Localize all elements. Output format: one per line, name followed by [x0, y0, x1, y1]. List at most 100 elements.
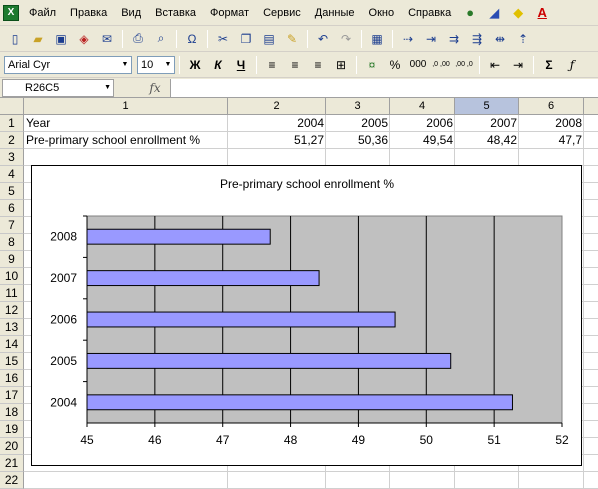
underline-button[interactable]: Ч: [230, 54, 252, 76]
permission-icon[interactable]: ◈: [73, 28, 95, 50]
align-center-icon[interactable]: ≡: [284, 54, 306, 76]
column-header-2[interactable]: 2: [228, 98, 326, 115]
percent-button[interactable]: %: [384, 54, 406, 76]
column-header-7[interactable]: [584, 98, 598, 115]
row-header-17[interactable]: 17: [0, 387, 24, 404]
formula-input[interactable]: [170, 78, 598, 97]
cell-metric-label[interactable]: Pre-primary school enrollment %: [24, 132, 228, 149]
cell-year-2007[interactable]: 2007: [455, 115, 519, 132]
row-header-14[interactable]: 14: [0, 336, 24, 353]
menu-edit[interactable]: Правка: [63, 3, 114, 23]
row-header-5[interactable]: 5: [0, 183, 24, 200]
row-header-19[interactable]: 19: [0, 421, 24, 438]
row-header-4[interactable]: 4: [0, 166, 24, 183]
cell-value-2006[interactable]: 49,54: [390, 132, 455, 149]
symbol-button[interactable]: Ω: [181, 28, 203, 50]
redo-icon[interactable]: ↷: [335, 28, 357, 50]
menu-tools[interactable]: Сервис: [256, 3, 308, 23]
row-header-9[interactable]: 9: [0, 251, 24, 268]
menu-help[interactable]: Справка: [401, 3, 458, 23]
column-header-4[interactable]: 4: [390, 98, 455, 115]
cell-year-label[interactable]: Year: [24, 115, 228, 132]
cell-year-2008[interactable]: 2008: [519, 115, 584, 132]
column-header-1[interactable]: 1: [24, 98, 228, 115]
row-header-7[interactable]: 7: [0, 217, 24, 234]
menu-data[interactable]: Данные: [308, 3, 362, 23]
row-header-11[interactable]: 11: [0, 285, 24, 302]
row-header-1[interactable]: 1: [0, 115, 24, 132]
align-right-icon[interactable]: ≡: [307, 54, 329, 76]
cell-value-2005[interactable]: 50,36: [326, 132, 390, 149]
print-preview-icon[interactable]: ⌕: [150, 28, 172, 50]
name-box[interactable]: R26C5 ▼: [2, 78, 114, 97]
new-file-icon[interactable]: ▯: [4, 28, 26, 50]
y-tick-label: 2005: [50, 354, 77, 368]
bold-button[interactable]: Ж: [184, 54, 206, 76]
cell-value-2004[interactable]: 51,27: [228, 132, 326, 149]
increase-indent-icon[interactable]: ⇥: [507, 54, 529, 76]
row-header-18[interactable]: 18: [0, 404, 24, 421]
align-left-icon[interactable]: ≡: [261, 54, 283, 76]
open-folder-icon[interactable]: ▰: [27, 28, 49, 50]
trace-error-icon[interactable]: ⇡: [512, 28, 534, 50]
row-header-22[interactable]: 22: [0, 472, 24, 489]
row-header-12[interactable]: 12: [0, 302, 24, 319]
row-header-2[interactable]: 2: [0, 132, 24, 149]
fill-color-icon[interactable]: ◆: [508, 3, 528, 23]
cell-value-2008[interactable]: 47,7: [519, 132, 584, 149]
web-icon[interactable]: ●: [460, 3, 480, 23]
row-header-16[interactable]: 16: [0, 370, 24, 387]
thousands-button[interactable]: 000: [407, 54, 429, 76]
cut-icon[interactable]: ✂: [212, 28, 234, 50]
trace-precedents-icon[interactable]: ⇢: [397, 28, 419, 50]
menu-file[interactable]: Файл: [22, 3, 63, 23]
autosum-button[interactable]: Σ: [538, 54, 560, 76]
merge-center-icon[interactable]: ⊞: [330, 54, 352, 76]
cell-year-2004[interactable]: 2004: [228, 115, 326, 132]
row-header-13[interactable]: 13: [0, 319, 24, 336]
remove-dependents-icon[interactable]: ⇶: [466, 28, 488, 50]
currency-icon[interactable]: ¤: [361, 54, 383, 76]
font-color-icon[interactable]: A: [532, 3, 552, 23]
menu-view[interactable]: Вид: [114, 3, 148, 23]
cell-value-2007[interactable]: 48,42: [455, 132, 519, 149]
decrease-decimal-button[interactable]: ,00 ,0: [453, 54, 475, 76]
trace-dependents-icon[interactable]: ⇉: [443, 28, 465, 50]
menu-insert[interactable]: Вставка: [148, 3, 203, 23]
increase-decimal-button[interactable]: ,0 ,00: [430, 54, 452, 76]
italic-button[interactable]: К: [207, 54, 229, 76]
column-header-5[interactable]: 5: [455, 98, 519, 115]
column-header-3[interactable]: 3: [326, 98, 390, 115]
select-all-corner[interactable]: [0, 98, 24, 115]
chart-object[interactable]: Pre-primary school enrollment % 45 46 47 48 4…: [31, 165, 582, 466]
decrease-indent-icon[interactable]: ⇤: [484, 54, 506, 76]
row-header-21[interactable]: 21: [0, 455, 24, 472]
column-header-6[interactable]: 6: [519, 98, 584, 115]
row-header-20[interactable]: 20: [0, 438, 24, 455]
row-header-15[interactable]: 15: [0, 353, 24, 370]
font-size-combo[interactable]: 10 ▼: [137, 55, 175, 74]
email-icon[interactable]: ✉: [96, 28, 118, 50]
undo-icon[interactable]: ↶: [312, 28, 334, 50]
menu-window[interactable]: Окно: [362, 3, 402, 23]
paste-icon[interactable]: ▤: [258, 28, 280, 50]
cell-year-2005[interactable]: 2005: [326, 115, 390, 132]
font-name-combo[interactable]: Arial Cyr ▼: [4, 55, 132, 74]
remove-precedents-icon[interactable]: ⇥: [420, 28, 442, 50]
fx-label[interactable]: fx: [140, 81, 170, 95]
cell-year-2006[interactable]: 2006: [390, 115, 455, 132]
borders-icon[interactable]: ▦: [366, 28, 388, 50]
row-header-3[interactable]: 3: [0, 149, 24, 166]
draw-icon[interactable]: ◢: [484, 3, 504, 23]
copy-icon[interactable]: ❐: [235, 28, 257, 50]
app-menu[interactable]: X: [0, 0, 22, 26]
insert-function-icon[interactable]: ƒ: [561, 54, 583, 76]
remove-arrows-icon[interactable]: ⇹: [489, 28, 511, 50]
row-header-10[interactable]: 10: [0, 268, 24, 285]
save-icon[interactable]: ▣: [50, 28, 72, 50]
menu-format[interactable]: Формат: [203, 3, 256, 23]
format-painter-icon[interactable]: ✎: [281, 28, 303, 50]
print-icon[interactable]: ⎙: [127, 28, 149, 50]
row-header-8[interactable]: 8: [0, 234, 24, 251]
row-header-6[interactable]: 6: [0, 200, 24, 217]
